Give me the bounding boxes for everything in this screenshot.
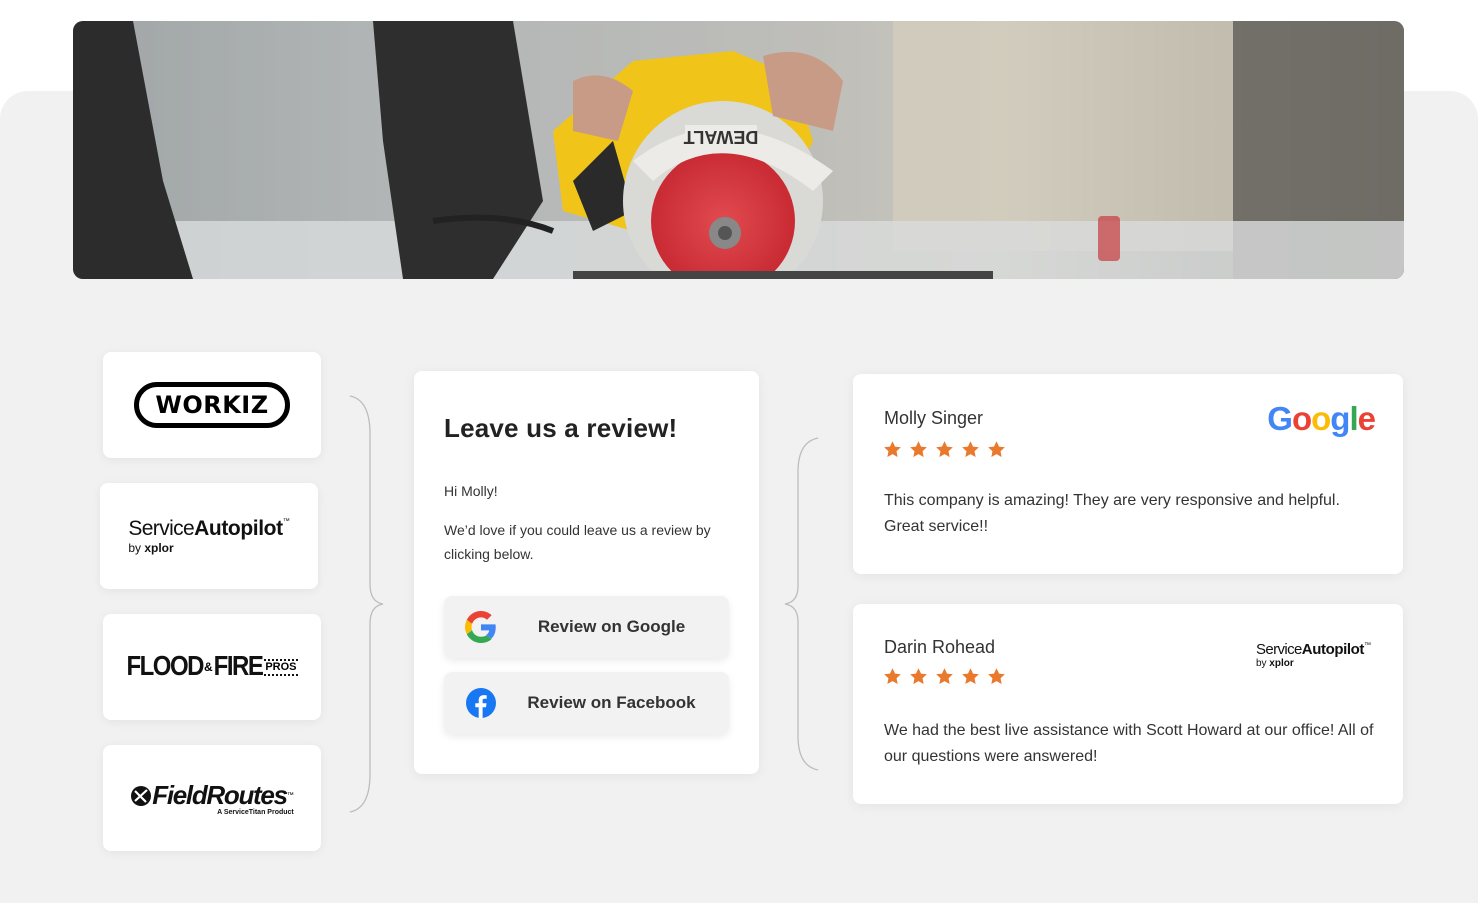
svg-text:DEWALT: DEWALT bbox=[684, 127, 759, 147]
workiz-logo-text: WORKIZ bbox=[155, 391, 269, 419]
review-request-message: We’d love if you could leave us a review… bbox=[444, 522, 711, 562]
service-autopilot-logo: ServiceAutopilot™ by xplor bbox=[1256, 642, 1371, 669]
star-rating bbox=[883, 667, 1006, 686]
star-icon bbox=[936, 441, 953, 458]
reviewer-name: Darin Rohead bbox=[884, 637, 996, 657]
logo-text-by: by bbox=[1255, 658, 1267, 669]
fieldroutes-logo-card: FieldRoutes ™ A ServiceTitan Product bbox=[103, 745, 321, 851]
reviewer-name: Molly Singer bbox=[884, 408, 984, 428]
google-logo-letter: l bbox=[1349, 400, 1358, 437]
testimonial-card: Molly Singer Google This company is amaz… bbox=[853, 374, 1403, 574]
review-request-greeting: Hi Molly! bbox=[444, 483, 498, 499]
facebook-icon bbox=[466, 688, 496, 718]
google-logo-letter: g bbox=[1330, 400, 1350, 437]
google-icon bbox=[465, 611, 496, 643]
logo-trademark: ™ bbox=[282, 518, 290, 525]
logo-trademark: ™ bbox=[1364, 642, 1371, 649]
star-icon bbox=[988, 668, 1005, 685]
logo-text-amp: & bbox=[203, 660, 213, 674]
logo-text-flood: FLOOD bbox=[126, 650, 204, 682]
fieldroutes-logo: FieldRoutes ™ A ServiceTitan Product bbox=[130, 780, 294, 816]
logo-text-fieldroutes: FieldRoutes bbox=[152, 780, 288, 810]
service-autopilot-logo: ServiceAutopilot™ by xplor bbox=[128, 518, 289, 554]
left-brace-connector bbox=[349, 395, 384, 813]
star-icon bbox=[962, 441, 979, 458]
star-icon bbox=[988, 441, 1005, 458]
workiz-logo-card: WORKIZ bbox=[103, 352, 321, 458]
fieldroutes-mark-icon bbox=[131, 785, 152, 806]
logo-text-by: by bbox=[128, 541, 141, 555]
star-rating bbox=[883, 440, 1006, 459]
star-icon bbox=[936, 668, 953, 685]
logo-text-servicetitan: A ServiceTitan Product bbox=[217, 809, 294, 816]
logo-trademark: ™ bbox=[286, 792, 294, 799]
right-brace-connector bbox=[784, 437, 819, 771]
flood-fire-pros-logo-card: FLOOD & FIRE PROS bbox=[103, 614, 321, 720]
service-autopilot-logo-card: ServiceAutopilot™ by xplor bbox=[100, 483, 318, 589]
logo-text-service: Service bbox=[128, 517, 195, 540]
review-on-facebook-label: Review on Facebook bbox=[527, 693, 696, 712]
circular-saw-photo: DEWALT bbox=[73, 21, 1404, 279]
logo-text-fire: FIRE bbox=[213, 650, 264, 682]
google-logo-letter: o bbox=[1291, 400, 1312, 437]
testimonial-card: Darin Rohead ServiceAutopilot™ by xplor … bbox=[853, 604, 1403, 804]
review-on-google-button[interactable]: Review on Google bbox=[444, 596, 729, 658]
star-icon bbox=[910, 668, 927, 685]
logo-text-xplor: xplor bbox=[1269, 658, 1294, 669]
logo-text-autopilot: Autopilot bbox=[194, 517, 283, 540]
logo-text-autopilot: Autopilot bbox=[1301, 641, 1365, 658]
flood-fire-pros-logo: FLOOD & FIRE PROS bbox=[126, 650, 298, 682]
review-text: We had the best live assistance with Sco… bbox=[884, 722, 1374, 765]
review-on-facebook-button[interactable]: Review on Facebook bbox=[444, 672, 729, 734]
review-on-google-label: Review on Google bbox=[537, 617, 686, 636]
review-request-title: Leave us a review! bbox=[444, 413, 678, 443]
star-icon bbox=[884, 441, 901, 458]
logo-text-service: Service bbox=[1255, 641, 1302, 658]
review-text: This company is amazing! They are very r… bbox=[884, 492, 1340, 535]
logo-text-pros: PROS bbox=[264, 658, 298, 676]
star-icon bbox=[962, 668, 979, 685]
google-logo: Google bbox=[1267, 400, 1376, 438]
google-logo-letter: G bbox=[1267, 400, 1293, 437]
google-logo-letter: o bbox=[1311, 400, 1331, 437]
review-request-card: Leave us a review! Hi Molly! We’d love i… bbox=[414, 371, 759, 774]
star-icon bbox=[884, 668, 901, 685]
hero-image: DEWALT bbox=[73, 21, 1404, 279]
google-logo-letter: e bbox=[1357, 400, 1376, 437]
star-icon bbox=[910, 441, 927, 458]
logo-text-xplor: xplor bbox=[144, 541, 174, 555]
workiz-logo: WORKIZ bbox=[134, 382, 290, 428]
